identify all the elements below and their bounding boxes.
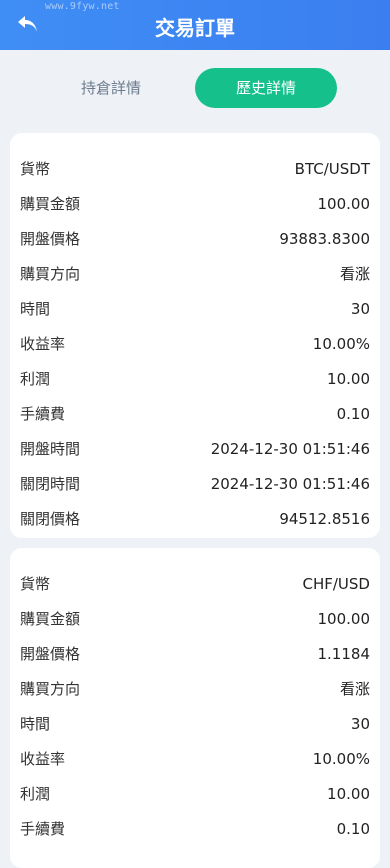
detail-row-yield: 收益率 10.00% [10, 741, 380, 776]
detail-label: 手續費 [20, 405, 66, 423]
detail-label: 購買金額 [20, 195, 81, 213]
order-card: 貨幣 BTC/USDT 購買金額 100.00 開盤價格 93883.8300 購買方… [10, 133, 380, 538]
detail-value: 94512.8516 [279, 509, 370, 528]
detail-row-close-time: 關閉時間 2024-12-30 01:51:46 [10, 466, 380, 501]
detail-row-profit: 利潤 10.00 [10, 361, 380, 396]
detail-label: 購買金額 [20, 610, 81, 628]
detail-row-direction: 購買方向 看涨 [10, 256, 380, 291]
detail-label: 收益率 [20, 750, 66, 768]
detail-value: 0.10 [336, 819, 370, 838]
detail-value: 30 [350, 714, 370, 733]
detail-label: 購買方向 [20, 680, 81, 698]
detail-label: 手續費 [20, 820, 66, 838]
page-title: 交易訂單 [155, 16, 235, 40]
detail-label: 利潤 [20, 370, 51, 388]
detail-row-open-price: 開盤價格 1.1184 [10, 636, 380, 671]
detail-label: 收益率 [20, 335, 66, 353]
detail-label: 貨幣 [20, 160, 51, 178]
detail-value: 看涨 [339, 265, 370, 283]
detail-row-fee: 手續費 0.10 [10, 396, 380, 431]
detail-row-currency: 貨幣 BTC/USDT [10, 151, 380, 186]
detail-value: 看涨 [339, 680, 370, 698]
detail-row-open-price: 開盤價格 93883.8300 [10, 221, 380, 256]
detail-value: 2024-12-30 01:51:46 [210, 439, 370, 458]
detail-row-direction: 購買方向 看涨 [10, 671, 380, 706]
detail-row-time: 時間 30 [10, 706, 380, 741]
app-header: www.9fyw.net 交易訂單 [0, 0, 390, 50]
detail-row-open-time: 開盤時間 2024-12-30 01:51:46 [10, 431, 380, 466]
order-card: 貨幣 CHF/USD 購買金額 100.00 開盤價格 1.1184 購買方向 看涨 時… [10, 548, 380, 868]
detail-label: 購買方向 [20, 265, 81, 283]
detail-value: 10.00% [312, 334, 370, 353]
detail-row-fee: 手續費 0.10 [10, 811, 380, 846]
tab-history[interactable]: 歷史詳情 [195, 68, 337, 108]
detail-label: 開盤價格 [20, 230, 81, 248]
detail-value: BTC/USDT [294, 159, 370, 178]
detail-label: 時間 [20, 715, 51, 733]
detail-label: 關閉時間 [20, 475, 81, 493]
detail-value: 10.00% [312, 749, 370, 768]
detail-value: 93883.8300 [279, 229, 370, 248]
detail-value: 100.00 [317, 194, 371, 213]
detail-label: 時間 [20, 300, 51, 318]
detail-label: 貨幣 [20, 575, 51, 593]
detail-value: 0.10 [336, 404, 370, 423]
tab-bar: 持倉詳情 歷史詳情 [0, 66, 390, 110]
detail-value: 100.00 [317, 609, 371, 628]
detail-row-close-price: 關閉價格 94512.8516 [10, 501, 380, 536]
detail-value: 10.00 [327, 369, 370, 388]
watermark: www.9fyw.net [45, 1, 120, 12]
detail-label: 關閉價格 [20, 510, 81, 528]
detail-row-time: 時間 30 [10, 291, 380, 326]
detail-row-amount: 購買金額 100.00 [10, 601, 380, 636]
detail-row-amount: 購買金額 100.00 [10, 186, 380, 221]
detail-row-currency: 貨幣 CHF/USD [10, 566, 380, 601]
tab-positions[interactable]: 持倉詳情 [40, 68, 182, 108]
detail-value: CHF/USD [302, 574, 371, 593]
detail-row-profit: 利潤 10.00 [10, 776, 380, 811]
detail-value: 2024-12-30 01:51:46 [210, 474, 370, 493]
detail-value: 10.00 [327, 784, 370, 803]
detail-value: 30 [350, 299, 370, 318]
detail-label: 利潤 [20, 785, 51, 803]
detail-value: 1.1184 [317, 644, 371, 663]
detail-row-yield: 收益率 10.00% [10, 326, 380, 361]
detail-label: 開盤時間 [20, 440, 81, 458]
detail-label: 開盤價格 [20, 645, 81, 663]
